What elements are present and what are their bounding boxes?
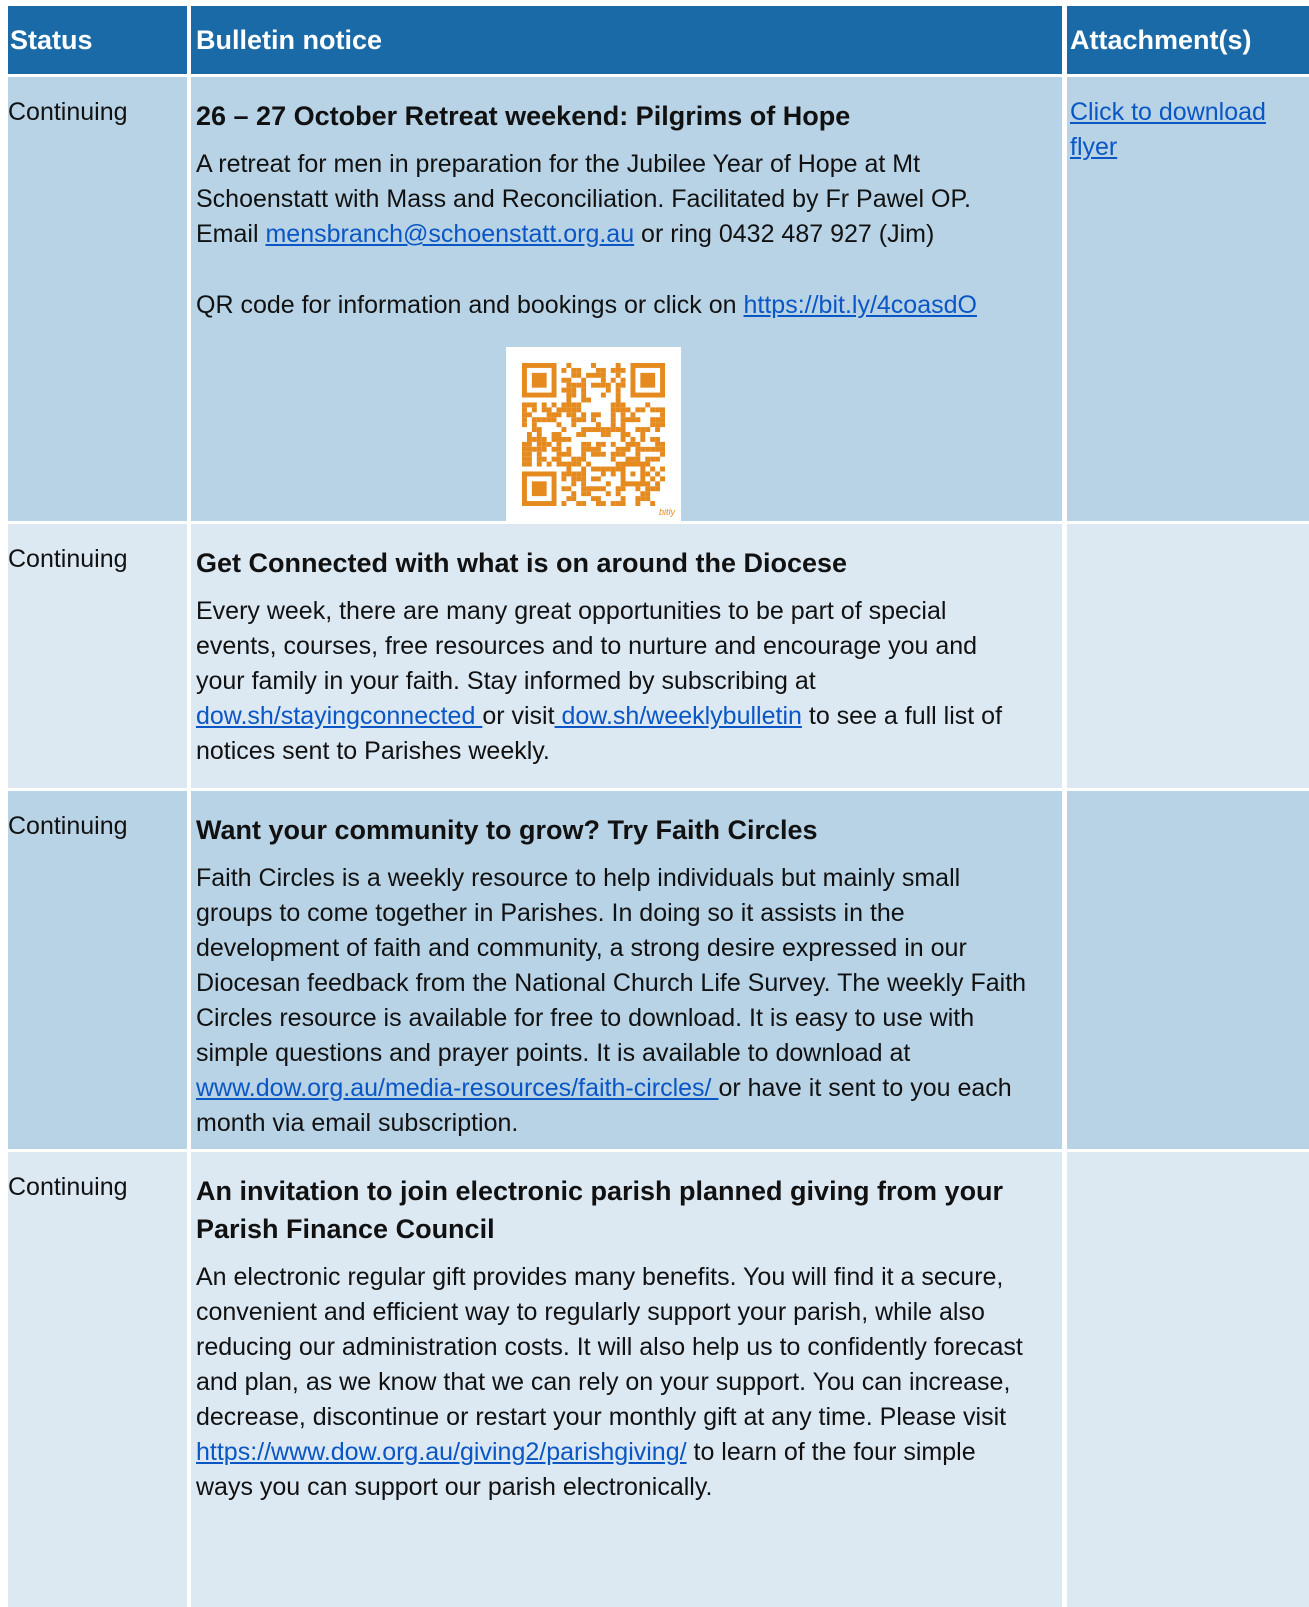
- parish-giving-link[interactable]: https://www.dow.org.au/giving2/parishgiv…: [196, 1438, 687, 1466]
- notice-body: Every week, there are many great opportu…: [196, 594, 1032, 769]
- qr-caption: bitly: [658, 507, 675, 517]
- notice-body: QR code for information and bookings or …: [196, 288, 1032, 323]
- notice-title: Want your community to grow? Try Faith C…: [196, 815, 818, 845]
- row-4-attachment: [1067, 1152, 1309, 1607]
- row-4-notice: An invitation to join electronic parish …: [191, 1152, 1062, 1607]
- email-link[interactable]: mensbranch@schoenstatt.org.au: [265, 220, 634, 248]
- body-text: Faith Circles is a weekly resource to he…: [196, 864, 1027, 1067]
- staying-connected-link[interactable]: dow.sh/stayingconnected: [196, 702, 482, 730]
- notice-title: An invitation to join electronic parish …: [196, 1176, 1004, 1244]
- body-text: QR code for information and bookings or …: [196, 291, 744, 319]
- row-2-status: Continuing: [8, 524, 187, 788]
- row-4-status: Continuing: [8, 1152, 187, 1607]
- header-bulletin-notice: Bulletin notice: [191, 6, 1062, 74]
- body-text: or ring 0432 487 927 (Jim): [634, 220, 935, 248]
- header-attachments: Attachment(s): [1067, 6, 1309, 74]
- bitly-link[interactable]: https://bit.ly/4coasdO: [744, 291, 977, 319]
- row-2-attachment: [1067, 524, 1309, 788]
- row-2-notice: Get Connected with what is on around the…: [191, 524, 1062, 788]
- row-1-attachment: Click to download flyer: [1067, 77, 1309, 521]
- notice-title: Get Connected with what is on around the…: [196, 548, 848, 578]
- body-text: Every week, there are many great opportu…: [196, 597, 978, 695]
- body-text: An electronic regular gift provides many…: [196, 1263, 1023, 1431]
- notice-body: An electronic regular gift provides many…: [196, 1260, 1032, 1505]
- row-3-attachment: [1067, 791, 1309, 1149]
- row-1-notice: 26 – 27 October Retreat weekend: Pilgrim…: [191, 77, 1062, 521]
- notice-body: Faith Circles is a weekly resource to he…: [196, 861, 1032, 1141]
- qr-code-image: bitly: [506, 347, 681, 521]
- bulletin-table: Status Bulletin notice Attachment(s) Con…: [8, 6, 1309, 1607]
- row-3-status: Continuing: [8, 791, 187, 1149]
- row-1-status: Continuing: [8, 77, 187, 521]
- row-3-notice: Want your community to grow? Try Faith C…: [191, 791, 1062, 1149]
- header-status: Status: [8, 6, 187, 74]
- notice-body: A retreat for men in preparation for the…: [196, 147, 1032, 252]
- download-flyer-link[interactable]: Click to download flyer: [1070, 98, 1266, 161]
- qr-code-icon: [522, 363, 665, 506]
- notice-title: 26 – 27 October Retreat weekend: Pilgrim…: [196, 101, 851, 131]
- faith-circles-link[interactable]: www.dow.org.au/media-resources/faith-cir…: [196, 1074, 718, 1102]
- body-text: or visit: [482, 702, 555, 730]
- weekly-bulletin-link[interactable]: dow.sh/weeklybulletin: [555, 702, 801, 730]
